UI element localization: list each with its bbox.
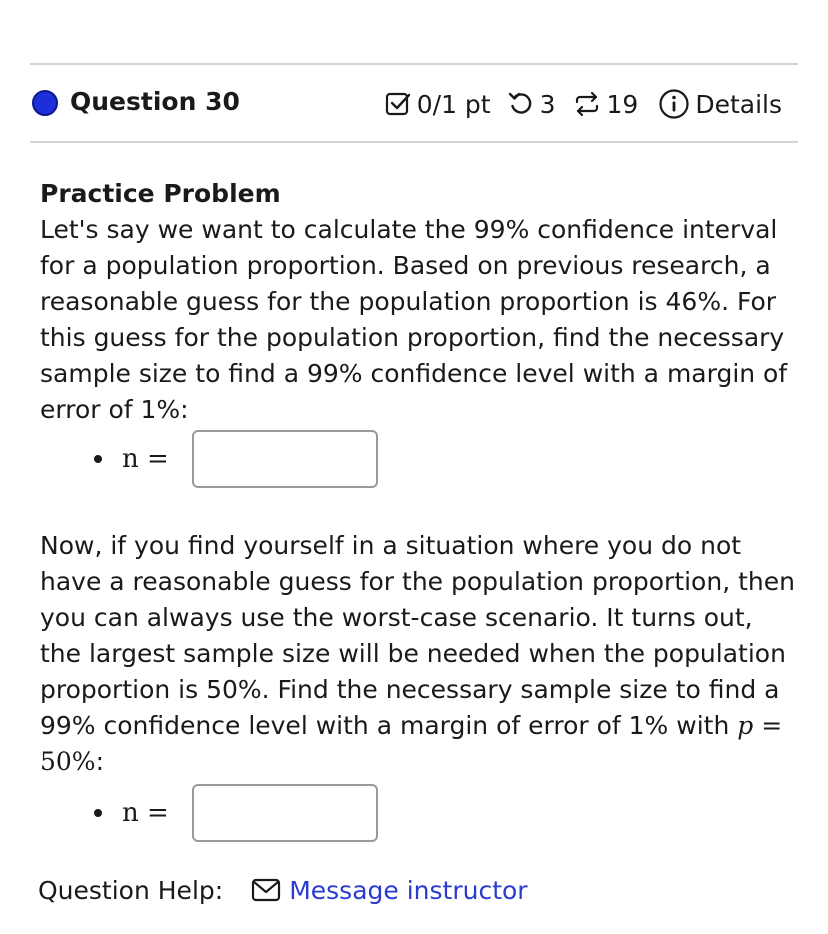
- versions-icon: [572, 90, 602, 118]
- details-link[interactable]: Details: [695, 90, 782, 119]
- message-instructor-text[interactable]: Message instructor: [289, 876, 527, 905]
- answer-row-2: n =: [94, 784, 378, 842]
- question-status-dot: [32, 90, 58, 116]
- problem-body: Practice Problem Let's say we want to ca…: [40, 176, 800, 428]
- bullet: [94, 455, 102, 463]
- answer2-label: n =: [122, 798, 169, 828]
- answer1-input[interactable]: [192, 430, 378, 488]
- score-text: 0/1 pt: [416, 89, 491, 119]
- part2-p-symbol: p: [737, 711, 754, 740]
- versions-count: 19: [606, 89, 639, 119]
- retry-icon: [507, 90, 535, 118]
- part2-end: :: [95, 747, 105, 776]
- retries-count: 3: [539, 89, 556, 119]
- info-icon[interactable]: [658, 88, 690, 120]
- question-header: Question 30 0/1 pt 3 19 Details: [32, 84, 782, 124]
- question-title: Question 30: [70, 87, 240, 116]
- envelope-icon: [251, 878, 289, 902]
- problem-part2: Now, if you find yourself in a situation…: [40, 528, 800, 780]
- checkbox-icon: [384, 90, 412, 118]
- question-help: Question Help: Message instructor: [38, 870, 528, 910]
- question-help-label: Question Help:: [38, 875, 224, 905]
- header-divider: [30, 141, 798, 143]
- question-meta: 0/1 pt 3 19 Details: [384, 86, 782, 122]
- answer2-input[interactable]: [192, 784, 378, 842]
- problem-subtitle: Practice Problem: [40, 179, 281, 208]
- message-instructor-link[interactable]: Message instructor: [251, 876, 528, 905]
- top-divider: [30, 63, 798, 65]
- bullet: [94, 809, 102, 817]
- answer-row-1: n =: [94, 430, 378, 488]
- answer1-label: n =: [122, 444, 169, 474]
- part2-text: Now, if you find yourself in a situation…: [40, 531, 795, 740]
- problem-intro: Let's say we want to calculate the 99% c…: [40, 215, 788, 424]
